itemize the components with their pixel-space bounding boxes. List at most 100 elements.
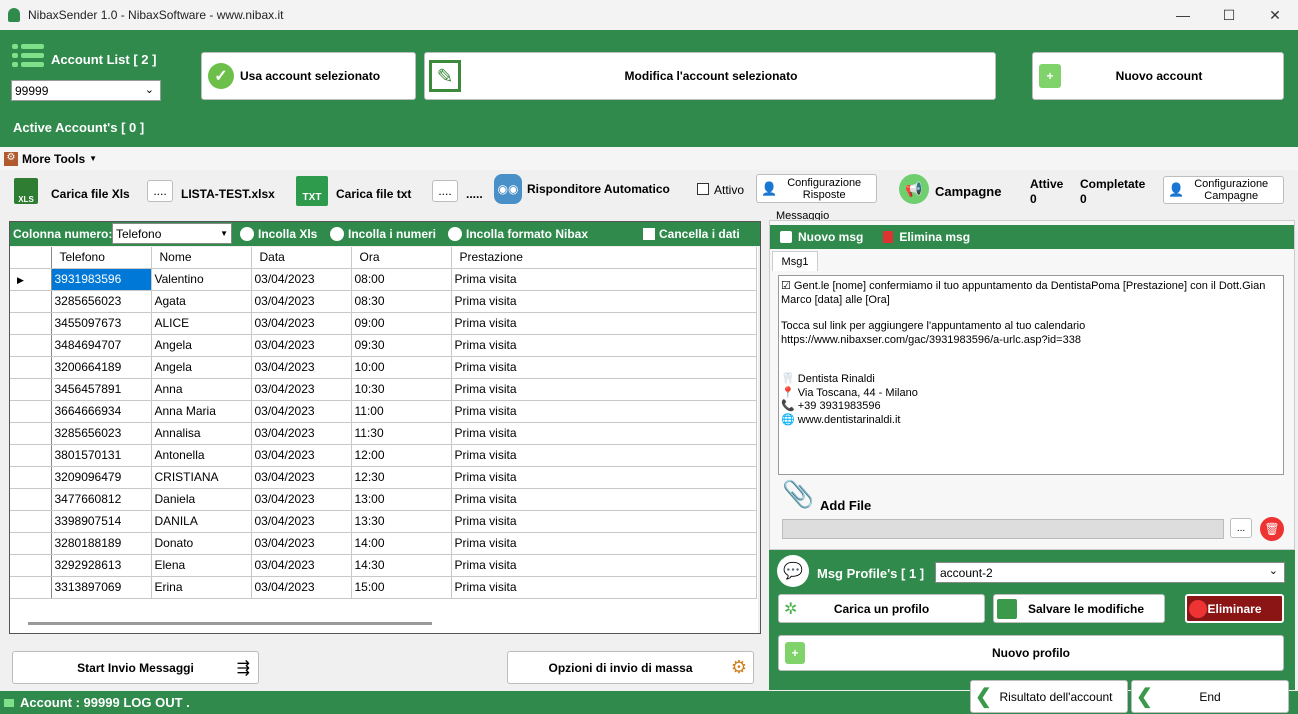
table-cell[interactable]: Prima visita: [451, 268, 757, 291]
table-cell[interactable]: 3931983596: [51, 268, 152, 291]
tab-msg1[interactable]: Msg1: [772, 251, 818, 271]
table-cell[interactable]: 03/04/2023: [251, 290, 352, 313]
delete-msg-button[interactable]: Elimina msg: [883, 230, 970, 244]
table-row[interactable]: ▶ 3931983596 Valentino 03/04/2023 08:00 Prima…: [10, 268, 757, 291]
table-cell[interactable]: 03/04/2023: [251, 334, 352, 357]
clear-data-button[interactable]: Cancella i dati: [643, 227, 740, 241]
table-cell[interactable]: 13:30: [351, 510, 452, 533]
table-cell[interactable]: 03/04/2023: [251, 400, 352, 423]
row-header[interactable]: [10, 554, 52, 577]
table-cell[interactable]: 03/04/2023: [251, 488, 352, 511]
table-cell[interactable]: 13:00: [351, 488, 452, 511]
table-cell[interactable]: Prima visita: [451, 576, 757, 599]
column-header[interactable]: Nome: [151, 247, 252, 269]
table-cell[interactable]: 3456457891: [51, 378, 152, 401]
table-cell[interactable]: 12:30: [351, 466, 452, 489]
row-header[interactable]: [10, 444, 52, 467]
table-cell[interactable]: 03/04/2023: [251, 422, 352, 445]
table-cell[interactable]: 3313897069: [51, 576, 152, 599]
table-row[interactable]: 3801570131 Antonella 03/04/2023 12:00 Prima …: [10, 444, 757, 467]
table-cell[interactable]: 3801570131: [51, 444, 152, 467]
row-header[interactable]: ▶: [10, 268, 52, 291]
table-cell[interactable]: 12:00: [351, 444, 452, 467]
horizontal-scrollbar[interactable]: [28, 622, 432, 625]
table-cell[interactable]: 14:30: [351, 554, 452, 577]
table-cell[interactable]: Agata: [151, 290, 252, 313]
row-header[interactable]: [10, 312, 52, 335]
table-cell[interactable]: Prima visita: [451, 488, 757, 511]
table-cell[interactable]: Prima visita: [451, 400, 757, 423]
load-xls-button[interactable]: Carica file Xls: [51, 187, 130, 201]
table-cell[interactable]: 03/04/2023: [251, 510, 352, 533]
message-textarea[interactable]: ☑ Gent.le [nome] confermiamo il tuo appu…: [778, 275, 1284, 475]
table-cell[interactable]: 3455097673: [51, 312, 152, 335]
paste-numbers-button[interactable]: Incolla i numeri: [330, 227, 436, 241]
table-cell[interactable]: Prima visita: [451, 510, 757, 533]
paste-nibax-button[interactable]: Incolla formato Nibax: [448, 227, 588, 241]
table-cell[interactable]: 10:30: [351, 378, 452, 401]
table-cell[interactable]: Prima visita: [451, 532, 757, 555]
save-profile-button[interactable]: Salvare le modifiche: [993, 594, 1165, 623]
file-path-field[interactable]: [782, 519, 1224, 539]
table-cell[interactable]: Prima visita: [451, 334, 757, 357]
table-cell[interactable]: Anna Maria: [151, 400, 252, 423]
table-row[interactable]: 3285656023 Annalisa 03/04/2023 11:30 Prima v…: [10, 422, 757, 445]
minimize-button[interactable]: —: [1160, 0, 1206, 30]
browse-txt-button[interactable]: ....: [432, 180, 458, 202]
column-header[interactable]: Data: [251, 247, 352, 269]
table-cell[interactable]: Valentino: [151, 268, 252, 291]
table-cell[interactable]: 3477660812: [51, 488, 152, 511]
table-row[interactable]: 3477660812 Daniela 03/04/2023 13:00 Prima vi…: [10, 488, 757, 511]
table-cell[interactable]: 3285656023: [51, 422, 152, 445]
bulk-options-button[interactable]: Opzioni di invio di massa ⚙: [507, 651, 754, 684]
new-profile-button[interactable]: + Nuovo profilo: [778, 635, 1284, 671]
config-campaigns-button[interactable]: 👤 Configurazione Campagne: [1163, 176, 1284, 204]
row-header[interactable]: [10, 422, 52, 445]
table-row[interactable]: 3456457891 Anna 03/04/2023 10:30 Prima visit…: [10, 378, 757, 401]
close-button[interactable]: ✕: [1252, 0, 1298, 30]
row-header[interactable]: [10, 356, 52, 379]
table-cell[interactable]: 3398907514: [51, 510, 152, 533]
table-cell[interactable]: 3209096479: [51, 466, 152, 489]
row-header[interactable]: [10, 334, 52, 357]
table-row[interactable]: 3484694707 Angela 03/04/2023 09:30 Prima vis…: [10, 334, 757, 357]
table-cell[interactable]: Angela: [151, 356, 252, 379]
table-cell[interactable]: 08:00: [351, 268, 452, 291]
active-checkbox[interactable]: [697, 183, 709, 195]
maximize-button[interactable]: ☐: [1206, 0, 1252, 30]
delete-profile-button[interactable]: Eliminare: [1185, 594, 1284, 623]
table-cell[interactable]: 15:00: [351, 576, 452, 599]
delete-file-icon[interactable]: 🗑: [1260, 517, 1284, 541]
edit-account-button[interactable]: ✎ Modifica l'account selezionato: [424, 52, 996, 100]
row-header[interactable]: [10, 488, 52, 511]
table-cell[interactable]: 3292928613: [51, 554, 152, 577]
account-select[interactable]: 99999 ⌄: [11, 80, 161, 101]
profile-select[interactable]: account-2 ⌄: [935, 562, 1285, 583]
table-cell[interactable]: 3285656023: [51, 290, 152, 313]
table-cell[interactable]: 03/04/2023: [251, 444, 352, 467]
column-header[interactable]: Telefono: [51, 247, 152, 269]
table-cell[interactable]: Erina: [151, 576, 252, 599]
table-cell[interactable]: 08:30: [351, 290, 452, 313]
table-cell[interactable]: 03/04/2023: [251, 378, 352, 401]
table-row[interactable]: 3285656023 Agata 03/04/2023 08:30 Prima visi…: [10, 290, 757, 313]
row-header[interactable]: [10, 466, 52, 489]
table-cell[interactable]: 03/04/2023: [251, 576, 352, 599]
table-row[interactable]: 3455097673 ALICE 03/04/2023 09:00 Prima visi…: [10, 312, 757, 335]
table-cell[interactable]: 14:00: [351, 532, 452, 555]
table-row[interactable]: 3209096479 CRISTIANA 03/04/2023 12:30 Prima …: [10, 466, 757, 489]
table-cell[interactable]: Elena: [151, 554, 252, 577]
table-cell[interactable]: Prima visita: [451, 444, 757, 467]
table-cell[interactable]: CRISTIANA: [151, 466, 252, 489]
table-cell[interactable]: Angela: [151, 334, 252, 357]
table-cell[interactable]: 09:30: [351, 334, 452, 357]
row-header[interactable]: [10, 290, 52, 313]
table-row[interactable]: 3280188189 Donato 03/04/2023 14:00 Prima vis…: [10, 532, 757, 555]
browse-file-button[interactable]: ...: [1230, 518, 1252, 538]
table-cell[interactable]: Prima visita: [451, 356, 757, 379]
table-cell[interactable]: 03/04/2023: [251, 312, 352, 335]
table-cell[interactable]: 3280188189: [51, 532, 152, 555]
column-select[interactable]: Telefono ▼: [112, 223, 232, 244]
table-cell[interactable]: Prima visita: [451, 312, 757, 335]
table-cell[interactable]: 3200664189: [51, 356, 152, 379]
